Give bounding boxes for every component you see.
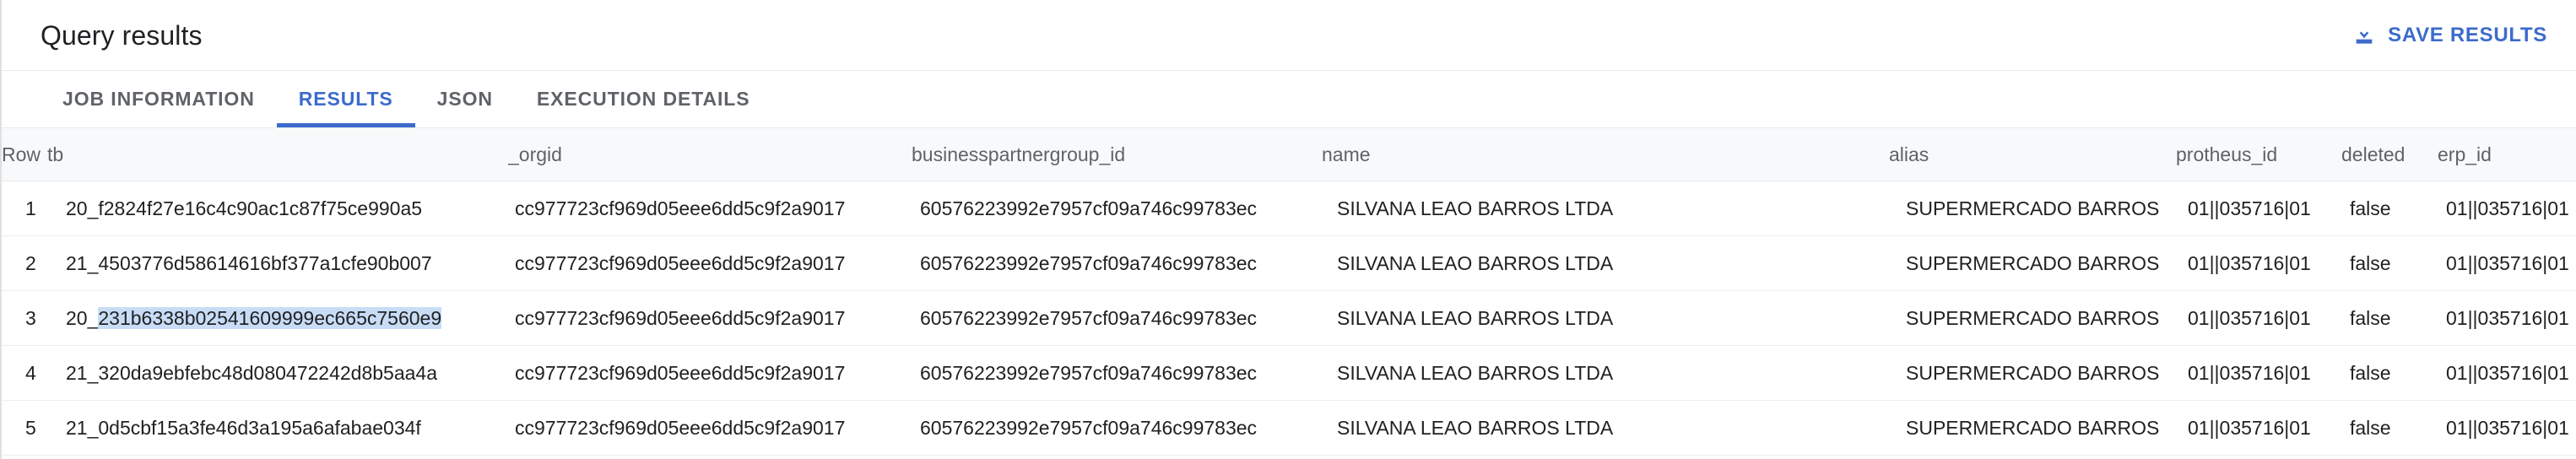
table-bottom-spacer: [2, 456, 2576, 459]
cell-tb-rest: 0d5cbf15a3fe46d3a195a6afabae034f: [98, 416, 421, 439]
table-row[interactable]: 4 21_320da9ebfebc48d080472242d8b5aa4a cc97…: [2, 345, 2576, 401]
column-header-protheus-id[interactable]: protheus_id: [2176, 128, 2341, 181]
query-results-panel: Query results SAVE RESULTS JOB INFORMATI…: [0, 0, 2576, 459]
cell-name: SILVANA LEAO BARROS LTDA: [1322, 345, 1889, 401]
column-header-name[interactable]: name: [1322, 128, 1889, 181]
page-title: Query results: [41, 19, 203, 51]
cell-orgid: cc977723cf969d05eee6dd5c9f2a9017: [508, 400, 912, 456]
cell-orgid: cc977723cf969d05eee6dd5c9f2a9017: [508, 235, 912, 291]
cell-protheus-id: 01||035716|01: [2176, 400, 2341, 456]
results-table: Row tb _orgid businesspartnergroup_id na…: [2, 128, 2576, 456]
cell-tb-rest: 4503776d58614616bf377a1cfe90b007: [98, 251, 432, 274]
cell-protheus-id: 01||035716|01: [2176, 345, 2341, 401]
cell-erp-id: 01||035716|01: [2438, 235, 2576, 291]
table-row[interactable]: 5 21_0d5cbf15a3fe46d3a195a6afabae034f cc97…: [2, 400, 2576, 456]
cell-tb-prefix: 21_: [66, 251, 99, 274]
cell-deleted: false: [2341, 290, 2438, 346]
table-row[interactable]: 3 20_231b6338b02541609999ec665c7560e9 cc97…: [2, 290, 2576, 346]
column-header-row[interactable]: Row: [2, 128, 47, 181]
results-table-body: 1 20_f2824f27e16c4c90ac1c87f75ce990a5 cc97…: [2, 181, 2576, 456]
cell-businesspartnergroup-id: 60576223992e7957cf09a746c99783ec: [912, 181, 1322, 236]
tab-results[interactable]: RESULTS: [276, 71, 415, 127]
cell-tb-prefix: 20_: [66, 197, 99, 219]
cell-businesspartnergroup-id: 60576223992e7957cf09a746c99783ec: [912, 345, 1322, 401]
cell-tb: 21_0d5cbf15a3fe46d3a195a6afabae034f: [47, 400, 508, 456]
cell-orgid: cc977723cf969d05eee6dd5c9f2a9017: [508, 181, 912, 236]
cell-businesspartnergroup-id: 60576223992e7957cf09a746c99783ec: [912, 400, 1322, 456]
cell-erp-id: 01||035716|01: [2438, 345, 2576, 401]
cell-row-number: 5: [2, 400, 47, 456]
cell-name: SILVANA LEAO BARROS LTDA: [1322, 235, 1889, 291]
cell-erp-id: 01||035716|01: [2438, 290, 2576, 346]
cell-protheus-id: 01||035716|01: [2176, 290, 2341, 346]
cell-deleted: false: [2341, 400, 2438, 456]
download-icon: [2352, 24, 2376, 47]
cell-alias: SUPERMERCADO BARROS: [1889, 290, 2176, 346]
cell-alias: SUPERMERCADO BARROS: [1889, 235, 2176, 291]
cell-tb-rest: 320da9ebfebc48d080472242d8b5aa4a: [98, 361, 438, 384]
cell-protheus-id: 01||035716|01: [2176, 181, 2341, 236]
cell-erp-id: 01||035716|01: [2438, 400, 2576, 456]
cell-tb: 21_320da9ebfebc48d080472242d8b5aa4a: [47, 345, 508, 401]
column-header-tb[interactable]: tb: [47, 128, 508, 181]
cell-name: SILVANA LEAO BARROS LTDA: [1322, 290, 1889, 346]
cell-alias: SUPERMERCADO BARROS: [1889, 400, 2176, 456]
results-table-head: Row tb _orgid businesspartnergroup_id na…: [2, 128, 2576, 181]
tab-job-information[interactable]: JOB INFORMATION: [41, 71, 277, 127]
cell-protheus-id: 01||035716|01: [2176, 235, 2341, 291]
column-header-businesspartnergroup-id[interactable]: businesspartnergroup_id: [912, 128, 1322, 181]
cell-orgid: cc977723cf969d05eee6dd5c9f2a9017: [508, 345, 912, 401]
tab-execution-details[interactable]: EXECUTION DETAILS: [515, 71, 772, 127]
cell-alias: SUPERMERCADO BARROS: [1889, 181, 2176, 236]
column-header-alias[interactable]: alias: [1889, 128, 2176, 181]
column-header-erp-id[interactable]: erp_id: [2438, 128, 2576, 181]
table-row[interactable]: 2 21_4503776d58614616bf377a1cfe90b007 cc97…: [2, 235, 2576, 291]
cell-erp-id: 01||035716|01: [2438, 181, 2576, 236]
panel-header: Query results SAVE RESULTS: [2, 0, 2576, 71]
cell-tb: 21_4503776d58614616bf377a1cfe90b007: [47, 235, 508, 291]
cell-tb-prefix: 21_: [66, 361, 99, 384]
save-results-button[interactable]: SAVE RESULTS: [2347, 15, 2552, 56]
cell-name: SILVANA LEAO BARROS LTDA: [1322, 400, 1889, 456]
cell-tb: 20_231b6338b02541609999ec665c7560e9: [47, 290, 508, 346]
cell-businesspartnergroup-id: 60576223992e7957cf09a746c99783ec: [912, 290, 1322, 346]
tab-json[interactable]: JSON: [415, 71, 515, 127]
column-header-orgid[interactable]: _orgid: [508, 128, 912, 181]
results-table-container: Row tb _orgid businesspartnergroup_id na…: [2, 128, 2576, 456]
column-header-deleted[interactable]: deleted: [2341, 128, 2438, 181]
cell-row-number: 3: [2, 290, 47, 346]
cell-tb-prefix: 20_: [66, 306, 99, 329]
cell-tb: 20_f2824f27e16c4c90ac1c87f75ce990a5: [47, 181, 508, 236]
table-row[interactable]: 1 20_f2824f27e16c4c90ac1c87f75ce990a5 cc97…: [2, 181, 2576, 236]
table-header-row: Row tb _orgid businesspartnergroup_id na…: [2, 128, 2576, 181]
cell-tb-prefix: 21_: [66, 416, 99, 439]
cell-alias: SUPERMERCADO BARROS: [1889, 345, 2176, 401]
cell-deleted: false: [2341, 235, 2438, 291]
cell-orgid: cc977723cf969d05eee6dd5c9f2a9017: [508, 290, 912, 346]
cell-tb-rest: f2824f27e16c4c90ac1c87f75ce990a5: [98, 197, 423, 219]
cell-row-number: 1: [2, 181, 47, 236]
cell-name: SILVANA LEAO BARROS LTDA: [1322, 181, 1889, 236]
save-results-label: SAVE RESULTS: [2388, 23, 2547, 46]
cell-tb-selected-text: 231b6338b02541609999ec665c7560e9: [98, 306, 442, 329]
cell-deleted: false: [2341, 181, 2438, 236]
tab-bar: JOB INFORMATION RESULTS JSON EXECUTION D…: [2, 71, 2576, 128]
cell-deleted: false: [2341, 345, 2438, 401]
cell-row-number: 4: [2, 345, 47, 401]
cell-businesspartnergroup-id: 60576223992e7957cf09a746c99783ec: [912, 235, 1322, 291]
cell-row-number: 2: [2, 235, 47, 291]
